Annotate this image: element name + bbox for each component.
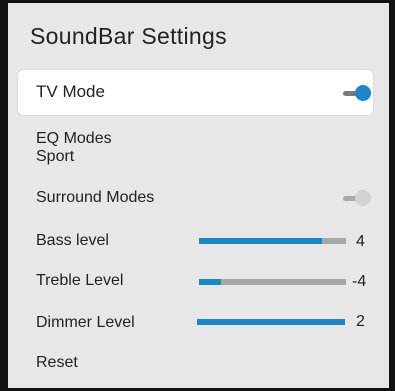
reset-label: Reset (36, 354, 78, 371)
treble-level-label: Treble Level (36, 272, 124, 289)
dimmer-level-slider[interactable] (197, 319, 345, 325)
surround-modes-row[interactable]: Surround Modes (18, 186, 373, 212)
page-title: SoundBar Settings (30, 23, 227, 49)
toggle-knob (355, 190, 371, 206)
eq-modes-value: Sport (36, 148, 75, 165)
dimmer-level-fill (197, 319, 345, 325)
reset-row[interactable]: Reset (18, 351, 373, 377)
treble-level-value: -4 (352, 273, 367, 290)
bass-level-fill (199, 238, 323, 244)
dimmer-level-value: 2 (356, 313, 365, 330)
tv-mode-row[interactable]: TV Mode (18, 70, 373, 115)
treble-level-fill (199, 279, 222, 285)
bass-level-row[interactable]: Bass level 4 (18, 229, 373, 255)
treble-level-slider[interactable] (199, 279, 346, 285)
toggle-knob (355, 85, 371, 101)
eq-modes-row[interactable]: EQ Modes Sport (18, 127, 373, 169)
bass-level-label: Bass level (36, 232, 109, 249)
settings-panel: SoundBar Settings TV Mode EQ Modes Sport… (8, 3, 389, 388)
bass-level-value: 4 (356, 233, 365, 250)
dimmer-level-row[interactable]: Dimmer Level 2 (18, 311, 373, 337)
tv-mode-label: TV Mode (36, 82, 105, 101)
dimmer-level-label: Dimmer Level (36, 314, 135, 331)
frame-border-left (0, 0, 8, 391)
tv-mode-toggle[interactable] (343, 85, 371, 101)
surround-modes-toggle[interactable] (343, 190, 371, 206)
bass-level-slider[interactable] (199, 238, 346, 244)
surround-modes-label: Surround Modes (36, 189, 155, 206)
frame-border-right (389, 0, 395, 391)
eq-modes-label: EQ Modes (36, 130, 112, 147)
settings-frame: SoundBar Settings TV Mode EQ Modes Sport… (0, 0, 395, 391)
treble-level-row[interactable]: Treble Level -4 (18, 269, 373, 295)
